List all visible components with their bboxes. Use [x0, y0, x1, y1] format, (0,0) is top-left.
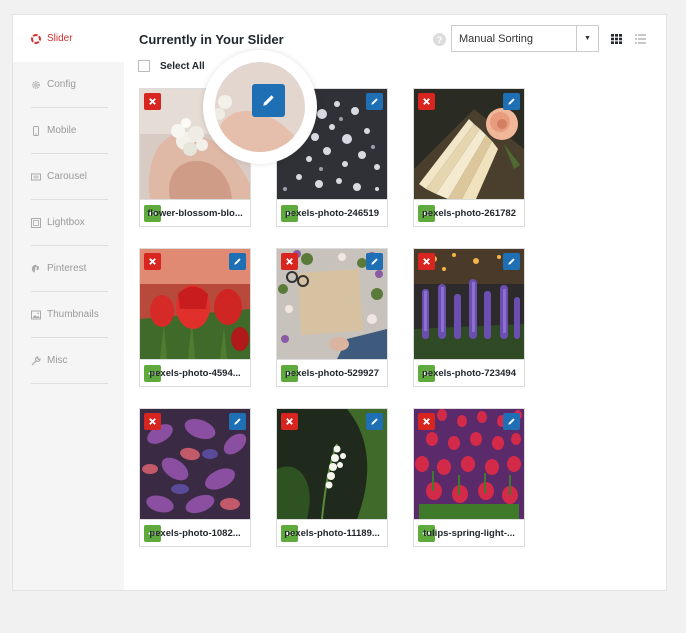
edit-button[interactable] — [366, 93, 383, 110]
select-all-label: Select All — [160, 60, 205, 72]
slide-caption: pexels-photo-11189... — [277, 519, 387, 546]
delete-button[interactable] — [281, 253, 298, 270]
edit-button[interactable] — [229, 413, 246, 430]
image-icon — [31, 310, 41, 320]
slide-card[interactable]: pexels-photo-11189... — [276, 408, 388, 547]
pencil-icon — [234, 258, 241, 265]
chevron-down-icon: ▼ — [576, 26, 598, 51]
close-icon — [286, 418, 293, 425]
slide-caption: pexels-photo-4594... — [140, 359, 250, 386]
slide-caption: tulips-spring-light-... — [414, 519, 524, 546]
edit-button-magnifier — [203, 50, 317, 164]
sidebar-item-mobile[interactable]: Mobile — [31, 108, 108, 154]
edit-button[interactable] — [366, 253, 383, 270]
settings-panel: Slider Config Mobile Carousel Lightbox P… — [12, 14, 667, 591]
delete-button[interactable] — [418, 253, 435, 270]
sidebar-item-lightbox[interactable]: Lightbox — [31, 200, 108, 246]
slide-card[interactable]: pexels-photo-261782 — [413, 88, 525, 227]
sidebar-item-label: Thumbnails — [47, 309, 99, 320]
lifebuoy-icon — [31, 33, 41, 44]
delete-button[interactable] — [281, 413, 298, 430]
pencil-icon — [371, 98, 378, 105]
edit-button[interactable] — [503, 253, 520, 270]
pencil-icon — [371, 258, 378, 265]
wrench-icon — [31, 355, 41, 366]
carousel-icon — [31, 172, 41, 182]
sidebar-item-label: Carousel — [47, 171, 88, 182]
sidebar-item-config[interactable]: Config — [31, 62, 108, 108]
close-icon — [149, 98, 156, 105]
pencil-icon — [263, 95, 274, 106]
close-icon — [286, 258, 293, 265]
list-view-icon[interactable] — [635, 34, 646, 44]
sidebar-item-label: Config — [47, 79, 76, 90]
slide-card[interactable]: pexels-photo-529927 — [276, 248, 388, 387]
close-icon — [149, 418, 156, 425]
page-title: Currently in Your Slider — [139, 32, 284, 47]
close-icon — [423, 258, 430, 265]
sort-select-value: Manual Sorting — [459, 32, 533, 45]
sidebar-item-label: Pinterest — [47, 263, 87, 274]
pencil-icon — [234, 418, 241, 425]
close-icon — [149, 258, 156, 265]
sidebar-item-misc[interactable]: Misc — [31, 338, 108, 384]
settings-sidebar: Slider Config Mobile Carousel Lightbox P… — [13, 15, 124, 590]
mobile-icon — [31, 125, 41, 136]
gear-icon — [31, 80, 41, 90]
help-icon[interactable]: ? — [433, 33, 446, 46]
sidebar-item-label: Lightbox — [47, 217, 85, 228]
lightbox-icon — [31, 217, 41, 228]
delete-button[interactable] — [144, 253, 161, 270]
edit-button-zoomed[interactable] — [252, 84, 285, 117]
sidebar-item-slider[interactable]: Slider — [13, 15, 124, 62]
slide-caption: flower-blossom-blo... — [140, 199, 250, 226]
sidebar-item-pinterest[interactable]: Pinterest — [31, 246, 108, 292]
select-all-checkbox[interactable] — [138, 60, 150, 72]
slide-card[interactable]: pexels-photo-1082... — [139, 408, 251, 547]
slide-caption: pexels-photo-246519 — [277, 199, 387, 226]
slide-caption: pexels-photo-529927 — [277, 359, 387, 386]
delete-button[interactable] — [144, 93, 161, 110]
edit-button[interactable] — [366, 413, 383, 430]
sidebar-item-label: Misc — [47, 355, 68, 366]
slide-caption: pexels-photo-723494 — [414, 359, 524, 386]
slide-card[interactable]: pexels-photo-4594... — [139, 248, 251, 387]
close-icon — [423, 418, 430, 425]
sidebar-item-carousel[interactable]: Carousel — [31, 154, 108, 200]
pinterest-icon — [31, 264, 41, 274]
pencil-icon — [508, 98, 515, 105]
delete-button[interactable] — [144, 413, 161, 430]
slide-caption: pexels-photo-1082... — [140, 519, 250, 546]
slide-card[interactable]: pexels-photo-723494 — [413, 248, 525, 387]
pencil-icon — [508, 258, 515, 265]
grid-view-icon[interactable] — [611, 34, 622, 44]
magnifier-lens — [215, 62, 305, 152]
edit-button[interactable] — [503, 93, 520, 110]
delete-button[interactable] — [418, 93, 435, 110]
select-all[interactable]: Select All — [138, 60, 205, 72]
edit-button[interactable] — [229, 253, 246, 270]
sidebar-item-thumbnails[interactable]: Thumbnails — [31, 292, 108, 338]
close-icon — [423, 98, 430, 105]
sort-select[interactable]: Manual Sorting ▼ — [451, 25, 599, 52]
slide-caption: pexels-photo-261782 — [414, 199, 524, 226]
sidebar-item-label: Mobile — [47, 125, 77, 136]
slide-card[interactable]: tulips-spring-light-... — [413, 408, 525, 547]
pencil-icon — [371, 418, 378, 425]
edit-button[interactable] — [503, 413, 520, 430]
pencil-icon — [508, 418, 515, 425]
delete-button[interactable] — [418, 413, 435, 430]
sidebar-item-label: Slider — [47, 33, 73, 44]
